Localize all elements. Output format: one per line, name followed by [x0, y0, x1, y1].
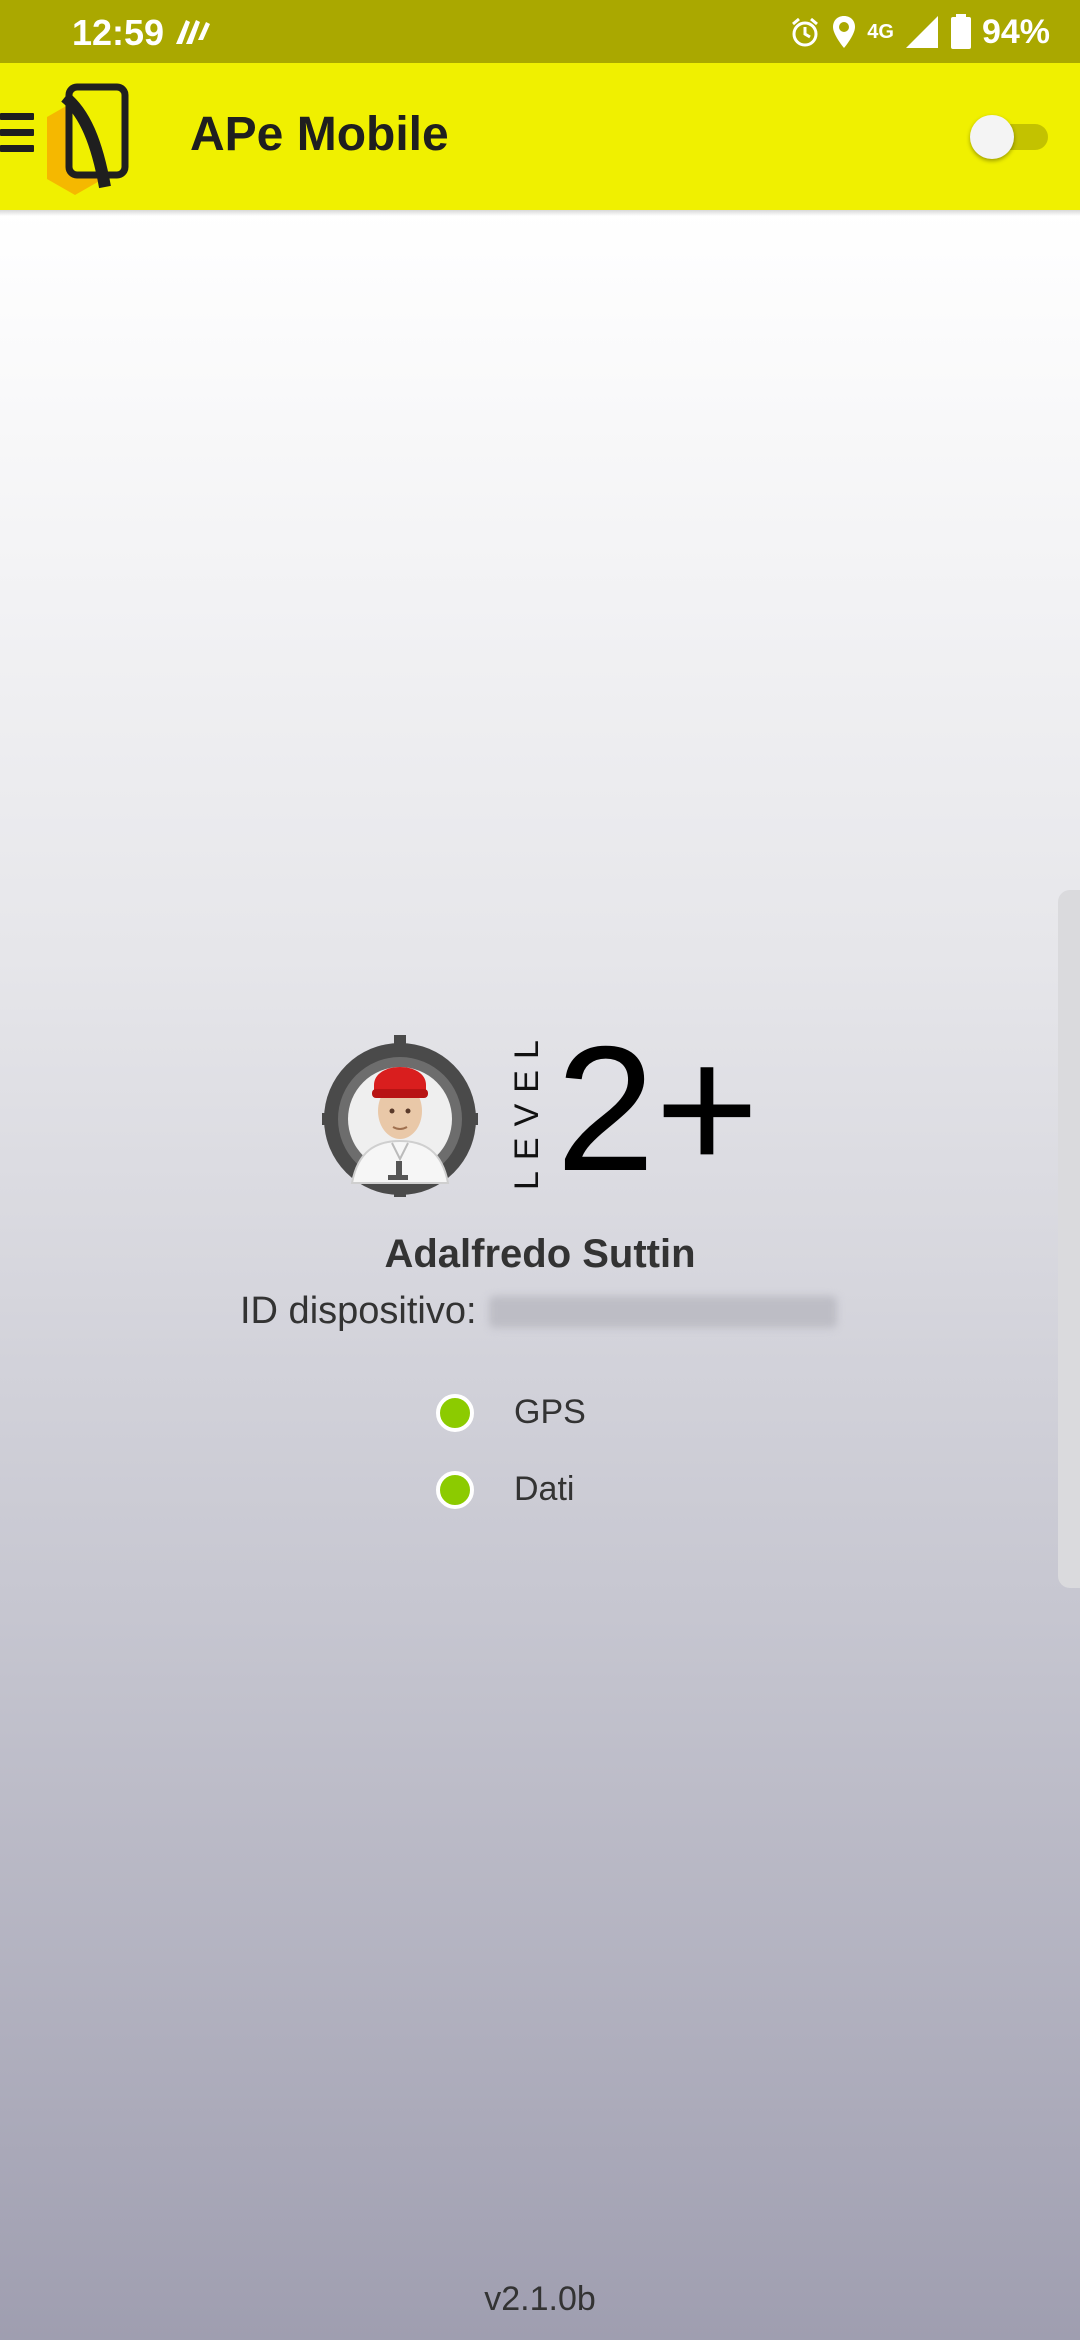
battery-icon: [950, 14, 971, 49]
status-time: 12:59: [72, 12, 165, 53]
status-data: Dati: [436, 1470, 574, 1509]
gps-label: GPS: [514, 1393, 586, 1431]
signal-icon: [905, 16, 938, 48]
network-type: 4G: [867, 21, 894, 43]
app-logo-icon: [47, 83, 129, 195]
user-avatar: [322, 1035, 478, 1197]
data-label: Dati: [514, 1470, 575, 1508]
battery-percent: 94%: [981, 12, 1050, 51]
app-version: v2.1.0b: [484, 2280, 596, 2318]
status-icons: 4G 94%: [789, 10, 1050, 54]
device-id-row: ID dispositivo: 0176c48f9c8be4d6bd5: [240, 1290, 837, 1333]
appbar-shadow: [0, 210, 1080, 216]
alarm-icon: [792, 17, 819, 47]
status-bar: 12:59 4G 94%: [0, 0, 1080, 63]
device-id-label: ID dispositivo:: [240, 1290, 477, 1332]
data-status-indicator: [436, 1470, 474, 1509]
level-label: LEVEL: [508, 1029, 546, 1190]
location-icon: [833, 16, 856, 48]
status-gps: GPS: [436, 1393, 586, 1432]
app-bar: APe Mobile: [0, 63, 1080, 210]
user-name: Adalfredo Suttin: [384, 1232, 696, 1276]
gps-status-indicator: [436, 1393, 474, 1432]
level-value: 2+: [556, 1009, 759, 1208]
app-notification-icon: [176, 20, 210, 44]
hamburger-menu-icon[interactable]: [0, 113, 34, 161]
device-id-value: 0176c48f9c8be4d6bd5: [488, 1295, 837, 1328]
mode-toggle[interactable]: [970, 115, 1050, 159]
app-title: APe Mobile: [190, 108, 449, 161]
toggle-thumb: [970, 115, 1014, 159]
